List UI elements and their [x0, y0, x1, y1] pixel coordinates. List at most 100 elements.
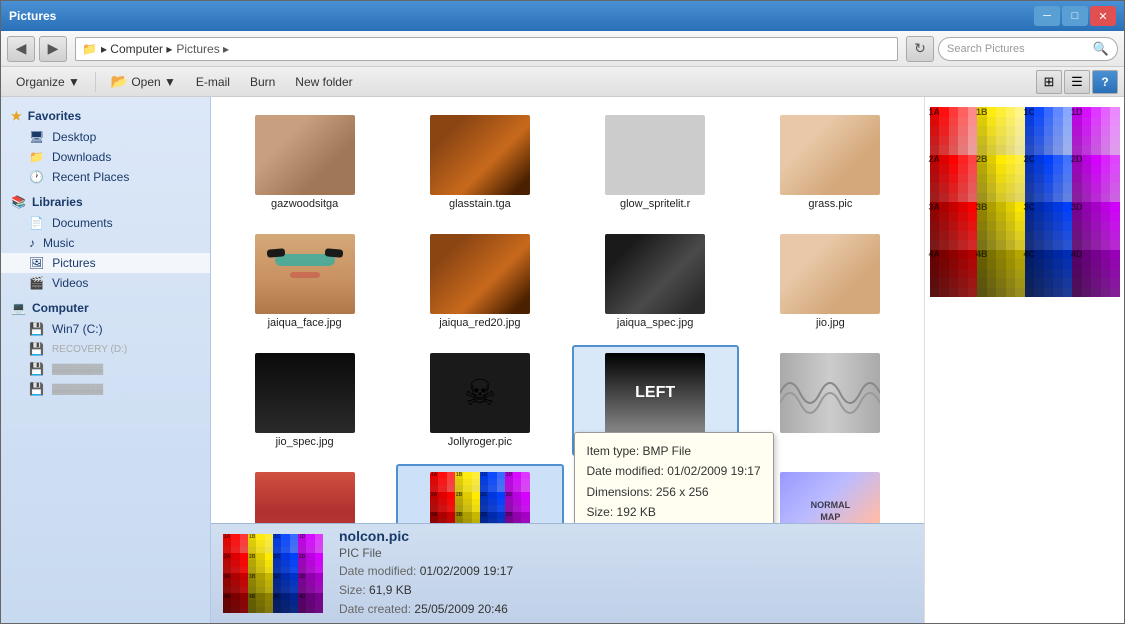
documents-icon: 📄 — [29, 216, 44, 230]
computer-icon: 💻 — [11, 301, 26, 315]
view-toggle-button[interactable]: ⊞ — [1036, 70, 1062, 94]
win7c-label: Win7 (C:) — [52, 322, 103, 336]
downloads-icon: 📁 — [29, 150, 44, 164]
file-item-jollyroger[interactable]: ☠ Jollyroger.pic — [396, 345, 563, 456]
music-label: Music — [43, 236, 74, 250]
tooltip-type-row: Item type: BMP File — [587, 441, 761, 461]
search-icon: 🔍 — [1093, 41, 1109, 57]
help-button[interactable]: ? — [1092, 70, 1118, 94]
sidebar-item-recent-places[interactable]: 🕐 Recent Places — [1, 167, 210, 187]
window: Pictures ─ □ ✕ ◀ ▶ 📁 ▸ Computer ▸ Pictur… — [0, 0, 1125, 624]
minimize-button[interactable]: ─ — [1034, 6, 1060, 26]
file-thumb-gazwoods — [255, 115, 355, 195]
back-button[interactable]: ◀ — [7, 36, 35, 62]
file-item-jaiqua-face[interactable]: jaiqua_face.jpg — [221, 226, 388, 337]
file-item-nolcon[interactable]: 1A1B1C1D2A2B2C2D3A3B3C3D4A4B4C4D nolcon.… — [396, 464, 563, 523]
file-item-jio[interactable]: jio.jpg — [747, 226, 914, 337]
statusbar-filetype: PIC File — [339, 546, 513, 560]
content-wrapper: gazwoodsitga glasstain.tga glow_spriteli… — [211, 97, 1124, 623]
file-name-jio-spec: jio_spec.jpg — [276, 436, 334, 448]
crumb-pictures[interactable]: Pictures ▸ — [176, 42, 229, 56]
drive3-icon: 💾 — [29, 362, 44, 376]
burn-button[interactable]: Burn — [241, 70, 284, 94]
desktop-label: Desktop — [52, 130, 96, 144]
waves-svg — [780, 353, 880, 433]
search-box[interactable]: Search Pictures 🔍 — [938, 37, 1118, 61]
sidebar-computer-heading[interactable]: 💻 Computer — [1, 297, 210, 319]
sidebar-favorites-heading[interactable]: ★ Favorites — [1, 105, 210, 127]
recovery-label: RECOVERY (D:) — [52, 344, 127, 355]
file-item-left-bmp[interactable]: LEFT Item type: BMP File Date modified: — [572, 345, 739, 456]
sidebar-item-drive3[interactable]: 💾 ▓▓▓▓▓▓▓ — [1, 359, 210, 379]
maximize-button[interactable]: □ — [1062, 6, 1088, 26]
file-thumb-normal-t: NORMALMAP — [605, 472, 705, 523]
file-thumb-jaiqua-spec — [605, 234, 705, 314]
open-menu[interactable]: 📂 Open ▼ — [102, 70, 185, 94]
win7c-icon: 💾 — [29, 322, 44, 336]
close-button[interactable]: ✕ — [1090, 6, 1116, 26]
forward-button[interactable]: ▶ — [39, 36, 67, 62]
file-thumb-muscle — [255, 472, 355, 523]
normal-map-w-label: NORMALMAP — [811, 500, 851, 523]
computer-label: Computer — [32, 301, 89, 315]
address-bar[interactable]: 📁 ▸ Computer ▸ Pictures ▸ — [75, 37, 898, 61]
organize-menu[interactable]: Organize ▼ — [7, 70, 89, 94]
file-item-normal-t[interactable]: NORMALMAP normal_map_t.bmp — [572, 464, 739, 523]
sidebar-item-recovery[interactable]: 💾 RECOVERY (D:) — [1, 339, 210, 359]
file-item-jio-spec[interactable]: jio_spec.jpg — [221, 345, 388, 456]
new-folder-button[interactable]: New folder — [286, 70, 361, 94]
file-item-normal-w[interactable]: NORMALMAP normal_map_w.bmp — [747, 464, 914, 523]
sidebar-item-pictures[interactable]: 🖼 Pictures — [1, 253, 210, 273]
refresh-button[interactable]: ↻ — [906, 36, 934, 62]
file-thumb-left-bmp: LEFT — [605, 353, 705, 433]
view-list-button[interactable]: ☰ — [1064, 70, 1090, 94]
statusbar-info: nolcon.pic PIC File Date modified: 01/02… — [339, 528, 513, 620]
file-thumb-grass — [780, 115, 880, 195]
file-name-gazwoods: gazwoodsitga — [271, 198, 338, 210]
sidebar-item-documents[interactable]: 📄 Documents — [1, 213, 210, 233]
drive3-label: ▓▓▓▓▓▓▓ — [52, 364, 103, 375]
music-icon: ♪ — [29, 236, 35, 250]
libraries-icon: 📚 — [11, 195, 26, 209]
breadcrumb: 📁 ▸ Computer ▸ Pictures ▸ — [82, 42, 229, 56]
file-item-waves[interactable] — [747, 345, 914, 456]
crumb-folder-icon: 📁 — [82, 42, 97, 56]
crumb-computer[interactable]: ▸ Computer ▸ — [101, 42, 172, 56]
sidebar-libraries-heading[interactable]: 📚 Libraries — [1, 191, 210, 213]
sidebar-item-downloads[interactable]: 📁 Downloads — [1, 147, 210, 167]
file-item-muscle[interactable]: muscle.jpg — [221, 464, 388, 523]
file-item-jaiqua-red[interactable]: jaiqua_red20.jpg — [396, 226, 563, 337]
tooltip-type-label: Item type: — [587, 444, 640, 458]
file-item-grass[interactable]: grass.pic — [747, 107, 914, 218]
file-grid: gazwoodsitga glasstain.tga glow_spriteli… — [211, 97, 924, 523]
videos-label: Videos — [52, 276, 88, 290]
file-thumb-glow — [605, 115, 705, 195]
recent-places-icon: 🕐 — [29, 170, 44, 184]
skull-emoji: ☠ — [464, 372, 496, 414]
statusbar: 1A1B1C1D2A2B2C2D3A3B3C3D4A4B4C4D nolcon.… — [211, 523, 924, 623]
sidebar-item-drive4[interactable]: 💾 ▓▓▓▓▓▓▓ — [1, 379, 210, 399]
file-item-glasstain[interactable]: glasstain.tga — [396, 107, 563, 218]
titlebar: Pictures ─ □ ✕ — [1, 1, 1124, 31]
libraries-label: Libraries — [32, 195, 83, 209]
sidebar-item-desktop[interactable]: 🖥 Desktop — [1, 127, 210, 147]
email-button[interactable]: E-mail — [187, 70, 239, 94]
file-grid-wrapper[interactable]: gazwoodsitga glasstain.tga glow_spriteli… — [211, 97, 924, 523]
sidebar-item-win7c[interactable]: 💾 Win7 (C:) — [1, 319, 210, 339]
sidebar-item-videos[interactable]: 🎬 Videos — [1, 273, 210, 293]
file-item-gazwoods[interactable]: gazwoodsitga — [221, 107, 388, 218]
refresh-area: ↻ — [906, 36, 934, 62]
file-thumb-nolcon: 1A1B1C1D2A2B2C2D3A3B3C3D4A4B4C4D — [430, 472, 530, 523]
file-thumb-jollyroger: ☠ — [430, 353, 530, 433]
window-title: Pictures — [9, 9, 56, 23]
statusbar-datemod-value: 01/02/2009 19:17 — [420, 564, 513, 578]
statusbar-filename: nolcon.pic — [339, 528, 513, 544]
drive4-icon: 💾 — [29, 382, 44, 396]
file-item-jaiqua-spec[interactable]: jaiqua_spec.jpg — [572, 226, 739, 337]
pictures-icon: 🖼 — [29, 256, 44, 270]
file-thumb-jio — [780, 234, 880, 314]
sidebar-item-music[interactable]: ♪ Music — [1, 233, 210, 253]
sidebar-section-computer: 💻 Computer 💾 Win7 (C:) 💾 RECOVERY (D:) 💾… — [1, 297, 210, 399]
file-item-glow[interactable]: glow_spritelit.r — [572, 107, 739, 218]
normal-map-t-label: NORMALMAP — [635, 500, 675, 523]
